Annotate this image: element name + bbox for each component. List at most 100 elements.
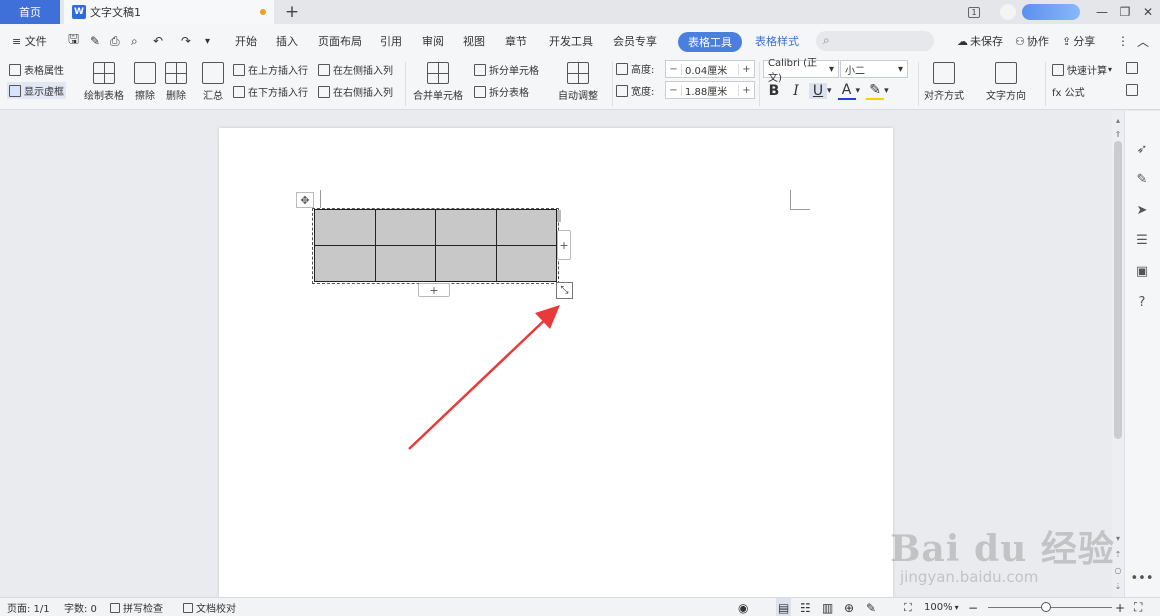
tab-member[interactable]: 会员专享 (613, 24, 657, 58)
text-direction-button[interactable]: 文字方向 (986, 62, 1026, 102)
show-border-button[interactable]: 显示虚框 (7, 82, 66, 99)
undo-icon[interactable]: ↶ (153, 24, 163, 58)
new-tab-button[interactable]: + (282, 0, 302, 24)
font-color-button[interactable]: A (837, 82, 856, 100)
chevron-down-icon[interactable]: ▾ (856, 86, 861, 96)
fit-page-icon[interactable]: ⛶ (904, 598, 912, 616)
table-cell[interactable] (495, 245, 557, 282)
tab-chapter[interactable]: 章节 (505, 24, 527, 58)
insert-col-left-button[interactable]: 在左侧插入列 (318, 62, 393, 77)
split-cells-button[interactable]: 拆分单元格 (474, 62, 539, 77)
zoom-in-button[interactable]: + (1115, 598, 1125, 616)
font-name-select[interactable]: Calibri (正文) ▾ (763, 58, 839, 84)
more-dots-icon[interactable]: ••• (1131, 570, 1154, 586)
print-preview-icon[interactable]: ⌕ (131, 24, 138, 58)
more-tools-icon[interactable] (1126, 84, 1141, 96)
pen-icon[interactable]: ✎ (1134, 171, 1150, 187)
tab-table-tools[interactable]: 表格工具 (678, 32, 742, 52)
scroll-top-icon[interactable]: ⇑ (1112, 128, 1124, 140)
height-decrease-button[interactable]: − (666, 63, 682, 75)
tab-table-style[interactable]: 表格样式 (755, 24, 799, 58)
restore-icon[interactable]: ❐ (1113, 0, 1137, 24)
page-view-icon[interactable]: ▤ (776, 598, 792, 616)
close-icon[interactable]: ✕ (1136, 0, 1160, 24)
user-name-pill[interactable] (1022, 4, 1080, 20)
share-button[interactable]: ⇪ 分享 (1062, 24, 1095, 58)
table-cell[interactable] (374, 245, 436, 282)
font-size-select[interactable]: 小二 ▾ (840, 60, 908, 78)
width-increase-button[interactable]: + (738, 84, 754, 96)
table-cell[interactable] (435, 245, 497, 282)
merge-cells-button[interactable]: 合并单元格 (413, 62, 463, 102)
zoom-slider-knob[interactable] (1041, 602, 1051, 612)
table-cell[interactable] (435, 209, 497, 246)
height-value[interactable]: 0.04厘米 (682, 62, 738, 77)
table-cell[interactable] (374, 209, 436, 246)
home-tab[interactable]: 首页 (0, 0, 60, 24)
highlight-icon[interactable]: ✎ (866, 82, 885, 100)
align-button[interactable]: 对齐方式 (924, 62, 964, 102)
tab-review[interactable]: 审阅 (422, 24, 444, 58)
outline-view-icon[interactable]: ☷ (800, 598, 811, 616)
delete-button[interactable]: 删除 (165, 62, 187, 102)
add-column-button[interactable]: + (557, 230, 571, 260)
tab-insert[interactable]: 插入 (276, 24, 298, 58)
avatar[interactable] (1000, 4, 1016, 20)
web-view-icon[interactable]: ⊕ (844, 598, 854, 616)
write-mode-icon[interactable]: ✎ (866, 598, 876, 616)
height-stepper[interactable]: − 0.04厘米 + (665, 60, 755, 78)
insert-row-above-button[interactable]: 在上方插入行 (233, 62, 308, 77)
search-input[interactable]: ⌕ (816, 31, 934, 51)
unsaved-button[interactable]: ☁ 未保存 (957, 24, 1003, 58)
table-cell[interactable] (314, 245, 376, 282)
rocket-icon[interactable]: ➶ (1134, 141, 1150, 157)
customize-chevron-icon[interactable]: ▾ (205, 24, 210, 58)
bold-button[interactable]: B (765, 83, 783, 99)
print-icon[interactable]: ⎙ (110, 24, 120, 58)
italic-button[interactable]: I (787, 83, 805, 99)
collapse-ribbon-icon[interactable]: ︿ (1137, 24, 1149, 58)
draw-table-button[interactable]: 绘制表格 (84, 62, 124, 102)
fullscreen-icon[interactable]: ⛶ (1134, 598, 1142, 616)
tab-view[interactable]: 视图 (463, 24, 485, 58)
doc-proof-button[interactable]: 文档校对 (183, 598, 236, 616)
document-table[interactable] (314, 209, 557, 282)
sliders-icon[interactable]: ☰ (1134, 232, 1150, 248)
word-count[interactable]: 字数: 0 (64, 598, 97, 616)
more-tools-icon[interactable] (1126, 62, 1141, 74)
tab-page-layout[interactable]: 页面布局 (318, 24, 362, 58)
width-value[interactable]: 1.88厘米 (682, 83, 738, 98)
width-decrease-button[interactable]: − (666, 84, 682, 96)
height-increase-button[interactable]: + (738, 63, 754, 75)
summary-button[interactable]: 汇总 (202, 62, 224, 102)
collaborate-button[interactable]: ⚇ 协作 (1015, 24, 1049, 58)
scroll-up-icon[interactable]: ▴ (1112, 114, 1124, 126)
tab-developer[interactable]: 开发工具 (549, 24, 593, 58)
formula-button[interactable]: fx 公式 (1052, 84, 1085, 99)
file-menu[interactable]: ≡ 文件 (12, 24, 47, 58)
table-move-handle-icon[interactable]: ✥ (296, 192, 314, 208)
table-cell[interactable] (314, 209, 376, 246)
erase-button[interactable]: 擦除 (134, 62, 156, 102)
chevron-down-icon[interactable]: ▾ (827, 86, 832, 96)
format-painter-icon[interactable]: ✎ (90, 24, 100, 58)
document-tab[interactable]: W 文字文稿1 (64, 0, 274, 24)
spell-check-button[interactable]: 拼写检查 (110, 598, 163, 616)
quick-calc-button[interactable]: 快速计算 ▾ (1052, 62, 1112, 77)
table-properties-button[interactable]: 表格属性 (9, 62, 64, 77)
tab-start[interactable]: 开始 (235, 24, 257, 58)
insert-col-right-button[interactable]: 在右侧插入列 (318, 84, 393, 99)
scrollbar-thumb[interactable] (1114, 141, 1122, 439)
page-count-icon[interactable]: 1 (962, 0, 986, 24)
minimize-icon[interactable]: — (1090, 0, 1114, 24)
page-indicator[interactable]: 页面: 1/1 (7, 598, 50, 616)
table-cell[interactable] (495, 209, 557, 246)
width-stepper[interactable]: − 1.88厘米 + (665, 81, 755, 99)
zoom-level[interactable]: 100% ▾ (924, 598, 959, 616)
cursor-select-icon[interactable]: ➤ (1134, 202, 1150, 218)
more-icon[interactable]: ⋮ (1117, 24, 1129, 58)
reading-view-icon[interactable]: ▥ (822, 598, 833, 616)
split-table-button[interactable]: 拆分表格 (474, 84, 529, 99)
zoom-out-button[interactable]: − (968, 598, 978, 616)
chevron-down-icon[interactable]: ▾ (884, 86, 889, 96)
